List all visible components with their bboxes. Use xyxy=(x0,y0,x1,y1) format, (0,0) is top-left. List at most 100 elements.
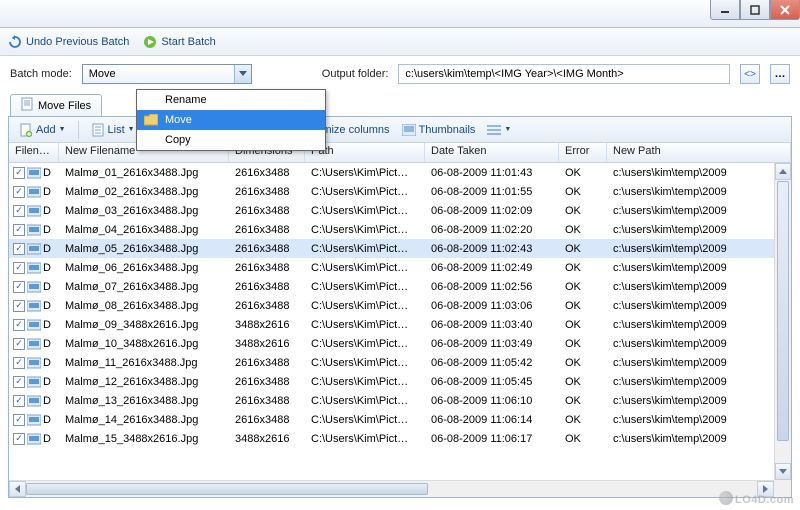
table-row[interactable]: ✓DMalmø_15_3488x2616.Jpg3488x2616C:\User… xyxy=(9,429,791,448)
row-checkbox[interactable]: ✓ xyxy=(13,262,25,274)
row-checkbox[interactable]: ✓ xyxy=(13,395,25,407)
file-list-panel: Add ▼ List ▼ Customize columns Thumbnail… xyxy=(8,116,792,498)
cell-date-taken: 06-08-2009 11:06:17 xyxy=(425,433,559,445)
row-checkbox[interactable]: ✓ xyxy=(13,281,25,293)
image-file-icon xyxy=(27,224,41,236)
cell-path: C:\Users\Kim\Pict… xyxy=(305,186,425,198)
scrollbar-thumb[interactable] xyxy=(26,483,428,495)
close-button[interactable] xyxy=(770,0,800,20)
row-checkbox[interactable]: ✓ xyxy=(13,167,25,179)
options-row: Batch mode: Move Output folder: c:\users… xyxy=(0,56,800,92)
vertical-scrollbar[interactable] xyxy=(774,163,791,480)
cell-new-filename: Malmø_12_2616x3488.Jpg xyxy=(59,376,229,388)
table-row[interactable]: ✓DMalmø_06_2616x3488.Jpg2616x3488C:\User… xyxy=(9,258,791,277)
start-batch-button[interactable]: Start Batch xyxy=(143,35,215,49)
row-checkbox[interactable]: ✓ xyxy=(13,338,25,350)
dropdown-item-move[interactable]: Move xyxy=(137,110,325,130)
cell-error: OK xyxy=(559,376,607,388)
insert-tag-button[interactable]: <> xyxy=(740,64,760,84)
tab-move-files[interactable]: Move Files xyxy=(10,94,102,116)
row-checkbox[interactable]: ✓ xyxy=(13,300,25,312)
undo-previous-batch-button[interactable]: Undo Previous Batch xyxy=(8,35,129,49)
view-mode-button[interactable]: ▼ xyxy=(483,121,515,139)
table-row[interactable]: ✓DMalmø_01_2616x3488.Jpg2616x3488C:\User… xyxy=(9,163,791,182)
image-file-icon xyxy=(27,243,41,255)
cell-error: OK xyxy=(559,205,607,217)
cell-new-path: c:\users\kim\temp\2009 xyxy=(607,186,791,198)
scroll-down-arrow-icon[interactable] xyxy=(775,463,791,480)
batch-mode-value: Move xyxy=(89,68,116,80)
image-file-icon xyxy=(27,167,41,179)
row-checkbox[interactable]: ✓ xyxy=(13,205,25,217)
cell-new-filename: Malmø_13_2616x3488.Jpg xyxy=(59,395,229,407)
list-toolbar: Add ▼ List ▼ Customize columns Thumbnail… xyxy=(9,117,791,143)
cell-dimensions: 2616x3488 xyxy=(229,167,305,179)
minimize-button[interactable] xyxy=(710,0,740,20)
row-checkbox[interactable]: ✓ xyxy=(13,414,25,426)
cell-flag: D xyxy=(43,243,51,255)
table-row[interactable]: ✓DMalmø_02_2616x3488.Jpg2616x3488C:\User… xyxy=(9,182,791,201)
table-row[interactable]: ✓DMalmø_08_2616x3488.Jpg2616x3488C:\User… xyxy=(9,296,791,315)
cell-path: C:\Users\Kim\Pict… xyxy=(305,205,425,217)
table-row[interactable]: ✓DMalmø_14_2616x3488.Jpg2616x3488C:\User… xyxy=(9,410,791,429)
table-row[interactable]: ✓DMalmø_13_2616x3488.Jpg2616x3488C:\User… xyxy=(9,391,791,410)
list-button[interactable]: List ▼ xyxy=(87,121,139,139)
add-icon xyxy=(19,123,33,137)
column-header-date-taken[interactable]: Date Taken xyxy=(425,143,559,162)
maximize-button[interactable] xyxy=(740,0,770,20)
browse-folder-button[interactable]: … xyxy=(770,64,790,84)
row-checkbox[interactable]: ✓ xyxy=(13,319,25,331)
row-checkbox[interactable]: ✓ xyxy=(13,433,25,445)
cell-new-path: c:\users\kim\temp\2009 xyxy=(607,433,791,445)
column-header-error[interactable]: Error xyxy=(559,143,607,162)
table-row[interactable]: ✓DMalmø_07_2616x3488.Jpg2616x3488C:\User… xyxy=(9,277,791,296)
column-header-new-path[interactable]: New Path xyxy=(607,143,791,162)
rename-icon xyxy=(143,92,159,108)
table-row[interactable]: ✓DMalmø_05_2616x3488.Jpg2616x3488C:\User… xyxy=(9,239,791,258)
cell-dimensions: 3488x2616 xyxy=(229,319,305,331)
cell-date-taken: 06-08-2009 11:03:40 xyxy=(425,319,559,331)
table-row[interactable]: ✓DMalmø_12_2616x3488.Jpg2616x3488C:\User… xyxy=(9,372,791,391)
table-row[interactable]: ✓DMalmø_09_3488x2616.Jpg3488x2616C:\User… xyxy=(9,315,791,334)
add-label: Add xyxy=(36,124,56,136)
add-button[interactable]: Add ▼ xyxy=(15,121,70,139)
list-icon xyxy=(91,123,105,137)
cell-dimensions: 2616x3488 xyxy=(229,205,305,217)
table-row[interactable]: ✓DMalmø_11_2616x3488.Jpg2616x3488C:\User… xyxy=(9,353,791,372)
tab-label: Move Files xyxy=(38,100,91,112)
row-checkbox[interactable]: ✓ xyxy=(13,186,25,198)
row-checkbox[interactable]: ✓ xyxy=(13,376,25,388)
scroll-up-arrow-icon[interactable] xyxy=(775,163,791,180)
table-row[interactable]: ✓DMalmø_10_3488x2616.Jpg3488x2616C:\User… xyxy=(9,334,791,353)
column-header-filename[interactable]: Filen… xyxy=(9,143,59,162)
thumbnails-button[interactable]: Thumbnails xyxy=(398,121,480,139)
output-folder-field[interactable]: c:\users\kim\temp\<IMG Year>\<IMG Month> xyxy=(398,64,730,84)
image-file-icon xyxy=(27,376,41,388)
scroll-left-arrow-icon[interactable] xyxy=(9,481,26,497)
row-checkbox[interactable]: ✓ xyxy=(13,243,25,255)
dropdown-item-label: Move xyxy=(165,114,192,126)
cell-error: OK xyxy=(559,319,607,331)
cell-flag: D xyxy=(43,262,51,274)
dropdown-item-label: Copy xyxy=(165,134,191,146)
cell-dimensions: 2616x3488 xyxy=(229,224,305,236)
dropdown-item-copy[interactable]: Copy xyxy=(137,130,325,150)
cell-path: C:\Users\Kim\Pict… xyxy=(305,167,425,179)
batch-mode-combobox[interactable]: Move xyxy=(82,64,252,84)
table-row[interactable]: ✓DMalmø_03_2616x3488.Jpg2616x3488C:\User… xyxy=(9,201,791,220)
cell-new-filename: Malmø_14_2616x3488.Jpg xyxy=(59,414,229,426)
table-row[interactable]: ✓DMalmø_04_2616x3488.Jpg2616x3488C:\User… xyxy=(9,220,791,239)
image-file-icon xyxy=(27,186,41,198)
scrollbar-thumb[interactable] xyxy=(777,181,789,441)
cell-date-taken: 06-08-2009 11:02:20 xyxy=(425,224,559,236)
row-checkbox[interactable]: ✓ xyxy=(13,357,25,369)
tag-icon: <> xyxy=(744,69,756,80)
dropdown-item-rename[interactable]: Rename xyxy=(137,90,325,110)
row-checkbox[interactable]: ✓ xyxy=(13,224,25,236)
thumbnail-icon xyxy=(402,123,416,137)
dropdown-item-label: Rename xyxy=(165,94,207,106)
cell-new-path: c:\users\kim\temp\2009 xyxy=(607,262,791,274)
cell-flag: D xyxy=(43,414,51,426)
horizontal-scrollbar[interactable] xyxy=(9,480,774,497)
separator xyxy=(78,121,79,139)
